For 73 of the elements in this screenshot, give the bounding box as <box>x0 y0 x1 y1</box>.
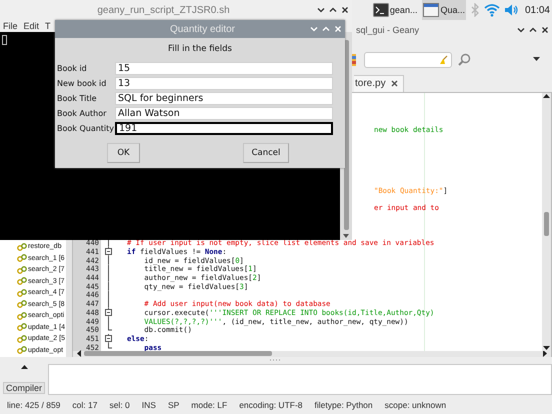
taskbar-button[interactable]: Qua... <box>422 0 466 20</box>
file-tab[interactable]: tore.py <box>354 74 404 92</box>
panel-tab[interactable]: Compiler <box>2 382 45 394</box>
scroll-right-icon[interactable] <box>543 350 548 358</box>
close-icon[interactable] <box>341 6 349 14</box>
broom-icon[interactable] <box>438 54 448 65</box>
menu-item[interactable]: T <box>45 21 51 31</box>
wifi-icon[interactable] <box>484 3 500 17</box>
scrollbar[interactable] <box>73 350 551 357</box>
dialog-button[interactable]: Cancel <box>243 143 289 163</box>
scroll-up-icon[interactable] <box>543 92 550 98</box>
terminal-icon <box>372 3 389 17</box>
link-icon <box>17 266 27 274</box>
input-field[interactable]: 191 <box>115 122 333 135</box>
window-title: geany_run_script_ZTJSR0.sh <box>96 4 231 16</box>
scroll-thumb[interactable] <box>544 212 549 236</box>
link-icon <box>17 334 27 343</box>
status-item: scope: unknown <box>384 400 446 410</box>
field-label: Book Quantity <box>57 124 115 133</box>
input-field[interactable]: SQL for beginners <box>115 92 333 105</box>
link-icon <box>17 323 27 332</box>
search-icon[interactable] <box>458 53 471 66</box>
search-field[interactable] <box>364 52 452 68</box>
fold-box-icon[interactable] <box>104 334 112 343</box>
input-field[interactable]: Allan Watson <box>115 107 333 120</box>
maximize-icon[interactable] <box>329 6 337 14</box>
dialog-button[interactable]: OK <box>107 143 140 163</box>
scroll-down-icon[interactable] <box>343 234 349 238</box>
status-item: encoding: UTF-8 <box>239 400 303 410</box>
status-item: col: 17 <box>72 400 98 410</box>
field-label: New book id <box>57 79 108 88</box>
field-label: Book Title <box>57 94 98 103</box>
fold-box-icon[interactable] <box>104 247 112 256</box>
link-icon <box>17 254 27 262</box>
clock: 01:04 <box>524 4 550 16</box>
status-item: sel: 0 <box>109 400 130 410</box>
dialog-title: Quantity editor <box>168 24 236 34</box>
minimize-icon[interactable] <box>517 26 525 34</box>
maximize-icon[interactable] <box>529 26 537 34</box>
field-label: Book id <box>57 64 88 73</box>
scroll-thumb[interactable] <box>84 351 272 356</box>
close-icon[interactable] <box>541 26 549 34</box>
field-label: Book Author <box>57 109 108 118</box>
taskbar-button[interactable]: gean... <box>372 0 418 20</box>
status-item: INS <box>142 400 156 410</box>
menu-item[interactable]: File <box>3 21 18 31</box>
status-item: mode: LF <box>191 400 228 410</box>
menu-item[interactable]: Edit <box>24 21 40 31</box>
link-icon <box>17 312 27 320</box>
status-item: filetype: Python <box>314 400 373 410</box>
scroll-up-icon[interactable] <box>20 364 28 369</box>
close-icon[interactable] <box>390 80 398 88</box>
volume-icon[interactable] <box>504 3 519 17</box>
tab-label: tore.py <box>355 78 386 90</box>
dialog-heading: Fill in the fields <box>167 44 233 54</box>
text-cursor <box>2 35 7 45</box>
window-title: sql_gui - Geany <box>356 24 420 35</box>
scroll-left-icon[interactable] <box>76 350 81 358</box>
status-item: line: 425 / 859 <box>7 400 60 410</box>
fold-box-icon[interactable] <box>104 308 112 317</box>
window-icon <box>423 3 440 17</box>
input-field[interactable]: 13 <box>115 77 333 90</box>
status-item: SP <box>168 400 180 410</box>
scrollbar[interactable] <box>542 92 551 351</box>
dropdown-icon[interactable] <box>533 57 540 62</box>
link-icon <box>17 288 27 297</box>
link-icon <box>17 300 27 308</box>
input-field[interactable]: 15 <box>115 62 333 75</box>
link-icon <box>17 242 27 251</box>
link-icon <box>17 346 27 354</box>
minimize-icon[interactable] <box>317 6 325 14</box>
link-icon <box>17 277 27 286</box>
grip-icon[interactable] <box>270 359 282 362</box>
